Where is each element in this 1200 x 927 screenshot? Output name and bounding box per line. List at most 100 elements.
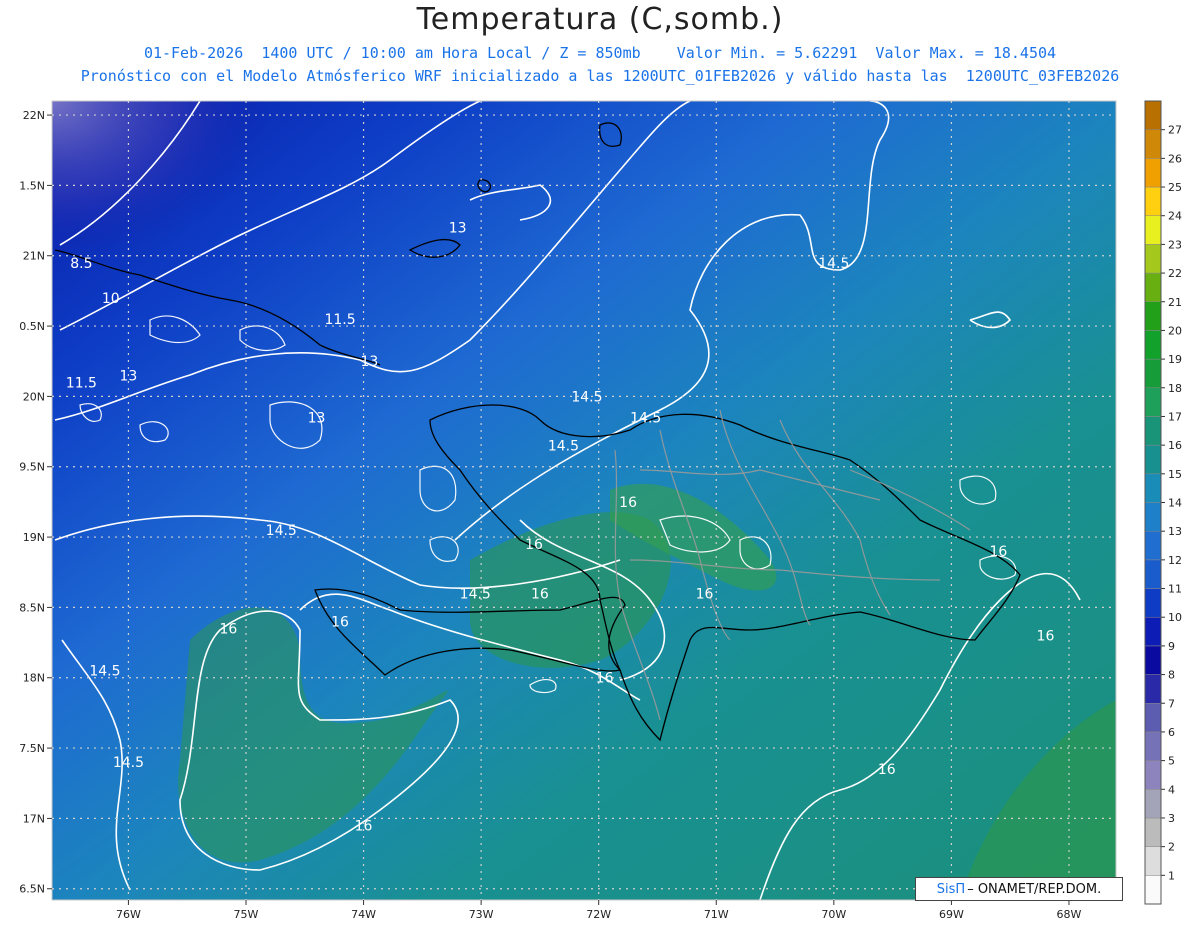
y-tick-label: 22N: [23, 109, 45, 122]
contour-label: 14.5: [818, 256, 849, 272]
y-axis: 22N 1.5N 21N 0.5N 20N 9.5N 19N 8.5N 18N 7.5N 17N 6.…: [19, 109, 52, 896]
colorbar-label: 13: [1168, 525, 1182, 538]
contour-label: 16: [696, 586, 714, 602]
y-tick-label: 21N: [23, 250, 45, 263]
colorbar-label: 19: [1168, 353, 1182, 366]
colorbar-swatch: [1144, 530, 1162, 561]
contour-label: 14.5: [113, 755, 144, 771]
colorbar-label: 26: [1168, 152, 1182, 165]
colorbar-label: 27: [1168, 124, 1182, 137]
x-tick-label: 75W: [234, 908, 259, 921]
x-tick-label: 76W: [116, 908, 141, 921]
colorbar-label: 11: [1168, 583, 1182, 596]
colorbar: 1234567891011121314151617181920212223242…: [1144, 100, 1182, 905]
colorbar-swatch: [1144, 789, 1162, 819]
colorbar-label: 9: [1168, 640, 1175, 653]
colorbar-swatch: [1144, 244, 1162, 274]
contour-label: 16: [531, 586, 549, 602]
contour-label: 16: [990, 544, 1008, 560]
colorbar-label: 16: [1168, 439, 1182, 452]
colorbar-swatch: [1144, 129, 1162, 159]
sispi-logo: SisΠ: [936, 881, 966, 897]
colorbar-label: 4: [1168, 783, 1175, 796]
contour-label: 16: [219, 622, 237, 638]
colorbar-swatch: [1144, 387, 1162, 417]
contour-label: 8.5: [70, 256, 92, 272]
colorbar-swatch: [1144, 817, 1162, 847]
contour-label: 13: [120, 368, 138, 384]
contour-label: 14.5: [89, 664, 120, 680]
colorbar-label: 3: [1168, 812, 1175, 825]
colorbar-label: 12: [1168, 554, 1182, 567]
colorbar-swatch: [1144, 358, 1162, 389]
contour-label: 10: [102, 291, 120, 307]
colorbar-label: 14: [1168, 497, 1182, 510]
credit-box: SisΠ – ONAMET/REP.DOM.: [915, 877, 1123, 901]
x-tick-label: 73W: [469, 908, 494, 921]
colorbar-swatch: [1144, 760, 1162, 790]
colorbar-label: 18: [1168, 382, 1182, 395]
x-tick-label: 68W: [1057, 908, 1082, 921]
colorbar-label: 23: [1168, 238, 1182, 251]
x-tick-label: 74W: [351, 908, 376, 921]
colorbar-label: 6: [1168, 726, 1175, 739]
y-tick-label: 8.5N: [19, 601, 45, 614]
y-tick-label: 17N: [23, 812, 45, 825]
colorbar-swatch: [1144, 100, 1162, 130]
colorbar-swatch: [1144, 158, 1162, 188]
colorbar-swatch: [1144, 731, 1162, 761]
y-tick-label: 0.5N: [19, 320, 45, 333]
colorbar-label: 7: [1168, 697, 1175, 710]
colorbar-swatch: [1144, 588, 1162, 618]
colorbar-swatch: [1144, 301, 1162, 331]
temperature-map: 76W 75W 74W 73W 72W 71W 70W 69W 68W 22N 1.5N 21N 0.…: [19, 100, 1182, 921]
colorbar-swatch: [1144, 215, 1162, 245]
y-tick-label: 19N: [23, 531, 45, 544]
colorbar-swatch: [1144, 559, 1162, 589]
colorbar-swatch: [1144, 186, 1162, 216]
colorbar-label: 20: [1168, 324, 1182, 337]
colorbar-swatch: [1144, 674, 1162, 704]
contour-label: 16: [619, 495, 637, 511]
colorbar-label: 15: [1168, 468, 1182, 481]
y-tick-label: 9.5N: [19, 461, 45, 474]
colorbar-swatch: [1144, 846, 1162, 876]
x-tick-label: 69W: [939, 908, 964, 921]
colorbar-swatch: [1144, 473, 1162, 503]
colorbar-label: 8: [1168, 669, 1175, 682]
contour-label: 14.5: [571, 389, 602, 405]
contour-label: 16: [1037, 629, 1055, 645]
colorbar-swatch: [1144, 330, 1162, 360]
colorbar-label: 17: [1168, 410, 1182, 423]
x-tick-label: 71W: [704, 908, 729, 921]
contour-label: 11.5: [324, 312, 355, 328]
colorbar-label: 10: [1168, 611, 1182, 624]
colorbar-swatch: [1144, 616, 1162, 647]
colorbar-label: 5: [1168, 755, 1175, 768]
colorbar-label: 25: [1168, 181, 1182, 194]
colorbar-swatch: [1144, 272, 1162, 303]
contour-label: 16: [355, 818, 373, 834]
y-tick-label: 6.5N: [19, 883, 45, 896]
colorbar-label: 2: [1168, 841, 1175, 854]
colorbar-swatch: [1144, 875, 1162, 905]
colorbar-label: 24: [1168, 210, 1182, 223]
contour-label: 16: [878, 762, 896, 778]
x-tick-label: 72W: [586, 908, 611, 921]
credit-text: – ONAMET/REP.DOM.: [967, 881, 1102, 897]
y-tick-label: 7.5N: [19, 742, 45, 755]
contour-label: 14.5: [630, 411, 661, 427]
contour-label: 11.5: [66, 375, 97, 391]
contour-label: 13: [308, 411, 326, 427]
x-axis: 76W 75W 74W 73W 72W 71W 70W 69W 68W: [116, 900, 1082, 921]
contour-label: 14.5: [266, 523, 297, 539]
contour-label: 14.5: [460, 586, 491, 602]
colorbar-swatch: [1144, 444, 1162, 475]
colorbar-swatch: [1144, 416, 1162, 446]
colorbar-label: 22: [1168, 267, 1182, 280]
contour-label: 13: [449, 221, 467, 237]
colorbar-swatch: [1144, 645, 1162, 675]
y-tick-label: 18N: [23, 672, 45, 685]
colorbar-swatch: [1144, 703, 1162, 733]
colorbar-label: 21: [1168, 296, 1182, 309]
